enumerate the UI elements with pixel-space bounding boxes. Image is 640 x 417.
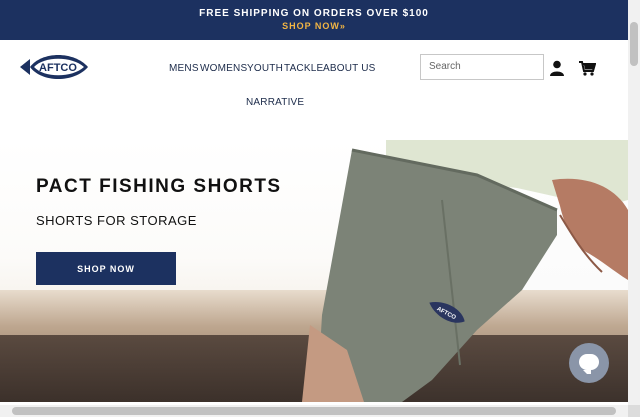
nav-narrative[interactable]: NARRATIVE	[246, 97, 304, 108]
nav-about-us[interactable]: ABOUT US	[323, 63, 376, 74]
vertical-scrollbar-thumb[interactable]	[630, 22, 638, 66]
chat-bubble-icon	[579, 354, 599, 374]
horizontal-scrollbar-thumb[interactable]	[12, 407, 616, 415]
hero-subtitle: SHORTS FOR STORAGE	[36, 213, 197, 228]
shop-now-link[interactable]: SHOP NOW»	[0, 21, 628, 31]
search-input[interactable]: Search	[420, 54, 544, 80]
free-shipping-text: FREE SHIPPING ON ORDERS OVER $100	[199, 8, 429, 19]
site-header: AFTCO MENS WOMENS YOUTH TACKLE ABOUT US …	[0, 40, 628, 140]
chat-button[interactable]	[569, 343, 609, 383]
logo-text: AFTCO	[39, 62, 77, 74]
nav-tackle[interactable]: TACKLE	[284, 63, 323, 74]
hero-title: PACT FISHING SHORTS	[36, 176, 282, 197]
account-icon[interactable]	[550, 60, 564, 76]
nav-mens[interactable]: MENS	[169, 63, 199, 74]
shop-now-button[interactable]: SHOP NOW	[36, 252, 176, 285]
nav-youth[interactable]: YOUTH	[247, 63, 283, 74]
cart-icon[interactable]	[578, 60, 596, 76]
hero-banner: AFTCO PACT FISHING SHORTS SHORTS FOR STO…	[0, 140, 628, 402]
aftco-logo[interactable]: AFTCO	[18, 53, 90, 81]
nav-womens[interactable]: WOMENS	[200, 63, 247, 74]
announcement-bar: FREE SHIPPING ON ORDERS OVER $100 SHOP N…	[0, 0, 628, 40]
scrollbar-corner	[628, 405, 640, 417]
